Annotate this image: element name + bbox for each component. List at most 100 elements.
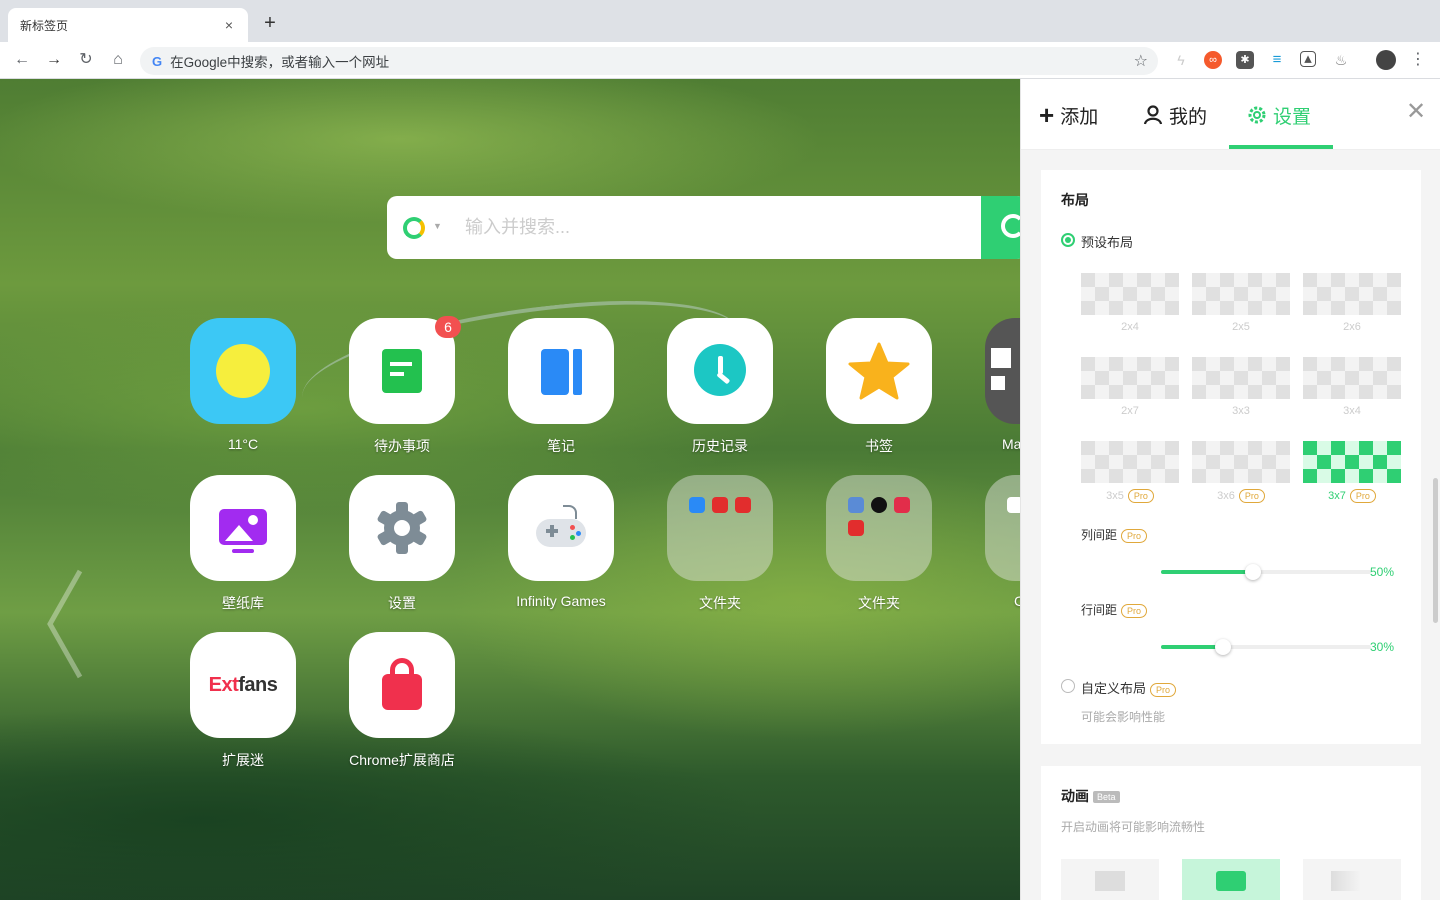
omnibox[interactable]: G 在Google中搜索，或者输入一个网址 ☆ <box>140 47 1158 75</box>
plus-icon: + <box>1039 100 1055 130</box>
pro-badge: Pro <box>1127 489 1154 503</box>
browser-tab[interactable]: 新标签页 × <box>8 8 248 42</box>
star-icon <box>826 318 932 424</box>
app-settings[interactable]: 设置 <box>348 475 456 613</box>
pro-badge: Pro <box>1121 603 1148 618</box>
custom-layout-radio[interactable] <box>1061 679 1075 693</box>
asterisk-ext-icon[interactable]: ✱ <box>1236 51 1254 69</box>
row-gap-slider[interactable] <box>1161 639 1371 655</box>
profile-avatar[interactable] <box>1376 50 1396 70</box>
menu-icon[interactable]: ⋮ <box>1408 50 1428 70</box>
reload-icon[interactable]: ↻ <box>76 50 96 70</box>
tab-mine[interactable]: 我的 <box>1143 101 1207 129</box>
app-label: 历史记录 <box>692 438 748 454</box>
folder-icon <box>667 475 773 581</box>
col-gap-value: 50% <box>1370 565 1395 579</box>
tab-close-icon[interactable]: × <box>220 16 238 34</box>
layout-option-2x4[interactable] <box>1081 273 1179 315</box>
app-folder[interactable]: 文件夹 <box>666 475 774 613</box>
layout-option-label: 3x7 Pro <box>1303 489 1401 503</box>
slider-knob[interactable] <box>1245 564 1262 580</box>
app-partial[interactable]: C <box>984 475 1020 609</box>
pro-badge: Pro <box>1150 682 1177 697</box>
partial-app-icon <box>985 318 1020 424</box>
animation-option-fade[interactable] <box>1303 859 1401 900</box>
browser-chrome: 新标签页 × + ← → ↻ ⌂ G 在Google中搜索，或者输入一个网址 ☆… <box>0 0 1440 79</box>
tab-label: 我的 <box>1169 106 1208 128</box>
forward-icon[interactable]: → <box>44 50 64 70</box>
layout-option-label: 2x7 <box>1121 405 1139 417</box>
layout-option-label: 3x5 Pro <box>1081 489 1179 503</box>
panel-scrollbar[interactable] <box>1433 478 1438 623</box>
clock-icon <box>667 318 773 424</box>
gamepad-icon <box>508 475 614 581</box>
app-notes[interactable]: 笔记 <box>507 318 615 456</box>
wallpaper-icon <box>190 475 296 581</box>
layout-option-2x7[interactable] <box>1081 357 1179 399</box>
app-label: 笔记 <box>547 438 575 454</box>
app-partial[interactable]: Ma <box>984 318 1020 452</box>
preset-layout-label: 预设布局 <box>1081 235 1134 250</box>
app-wallpaper[interactable]: 壁纸库 <box>189 475 297 613</box>
animation-option-scale[interactable] <box>1182 859 1280 900</box>
layout-option-2x6[interactable] <box>1303 273 1401 315</box>
user-icon <box>1143 105 1163 125</box>
back-icon[interactable]: ← <box>12 50 32 70</box>
search-box[interactable]: ▼ <box>387 196 1020 259</box>
partial-app-icon <box>985 475 1020 581</box>
app-label: Chrome扩展商店 <box>349 752 455 768</box>
pro-badge: Pro <box>1238 489 1265 503</box>
new-tab-button[interactable]: + <box>258 12 282 36</box>
app-extfans[interactable]: Extfans 扩展迷 <box>189 632 297 770</box>
tab-settings[interactable]: 设置 <box>1247 101 1311 129</box>
layout-option-2x5[interactable] <box>1192 273 1290 315</box>
app-folder[interactable]: 文件夹 <box>825 475 933 613</box>
app-label: Infinity Games <box>516 593 606 609</box>
gear-icon <box>1248 106 1266 124</box>
layout-option-3x3[interactable] <box>1192 357 1290 399</box>
slider-knob[interactable] <box>1215 639 1232 655</box>
beta-badge: Beta <box>1093 791 1120 804</box>
home-icon[interactable]: ⌂ <box>108 50 128 70</box>
layout-option-3x6[interactable] <box>1192 441 1290 483</box>
col-gap-slider[interactable] <box>1161 564 1371 580</box>
row-gap-value: 30% <box>1370 640 1395 654</box>
browser-toolbar: ← → ↻ ⌂ G 在Google中搜索，或者输入一个网址 ☆ ϟ ∞ ✱ ≡ … <box>0 42 1440 79</box>
app-bookmarks[interactable]: 书签 <box>825 318 933 456</box>
bookmark-star-icon[interactable]: ☆ <box>1134 51 1148 71</box>
tab-add[interactable]: + 添加 <box>1039 101 1098 129</box>
app-games[interactable]: Infinity Games <box>507 475 615 609</box>
animation-title: 动画 Beta <box>1061 786 1120 806</box>
preset-layout-radio[interactable] <box>1061 233 1075 247</box>
row-gap-label: 行间距 Pro <box>1081 601 1148 618</box>
app-label: Ma <box>1002 436 1020 452</box>
pro-badge: Pro <box>1121 528 1148 543</box>
search-input[interactable] <box>465 210 965 244</box>
layout-option-3x4[interactable] <box>1303 357 1401 399</box>
close-icon[interactable]: ✕ <box>1405 100 1427 124</box>
search-engine-logo-icon[interactable] <box>403 217 425 239</box>
lightning-ext-icon[interactable]: ϟ <box>1172 51 1190 69</box>
flame-ext-icon[interactable]: ♨ <box>1332 51 1350 69</box>
filter-ext-icon[interactable]: ≡ <box>1268 51 1286 69</box>
app-weather[interactable]: 11°C <box>189 318 297 452</box>
app-label: 书签 <box>865 438 893 454</box>
app-label: 壁纸库 <box>222 595 264 611</box>
search-button[interactable] <box>981 196 1020 259</box>
app-todo[interactable]: 6 待办事项 <box>348 316 461 456</box>
red-ext-icon[interactable]: ∞ <box>1204 51 1222 69</box>
layout-option-3x5[interactable] <box>1081 441 1179 483</box>
app-chrome-store[interactable]: Chrome扩展商店 <box>348 632 456 770</box>
chevron-down-icon[interactable]: ▼ <box>433 221 442 231</box>
animation-option-none[interactable] <box>1061 859 1159 900</box>
extfans-logo-text-b: fans <box>238 674 278 696</box>
prev-page-arrow-icon[interactable] <box>44 569 84 679</box>
weather-sun-icon <box>190 318 296 424</box>
layout-option-3x7[interactable] <box>1303 441 1401 483</box>
wallpaper-area: ▼ 11°C 6 待办事项 笔记 历史记录 <box>0 79 1020 900</box>
panel-tabs: + 添加 我的 设置 ✕ <box>1021 79 1440 150</box>
col-gap-label: 列间距 Pro <box>1081 526 1148 543</box>
app-history[interactable]: 历史记录 <box>666 318 774 456</box>
image-ext-icon[interactable]: ▴ <box>1300 51 1316 67</box>
google-icon: G <box>152 53 163 69</box>
